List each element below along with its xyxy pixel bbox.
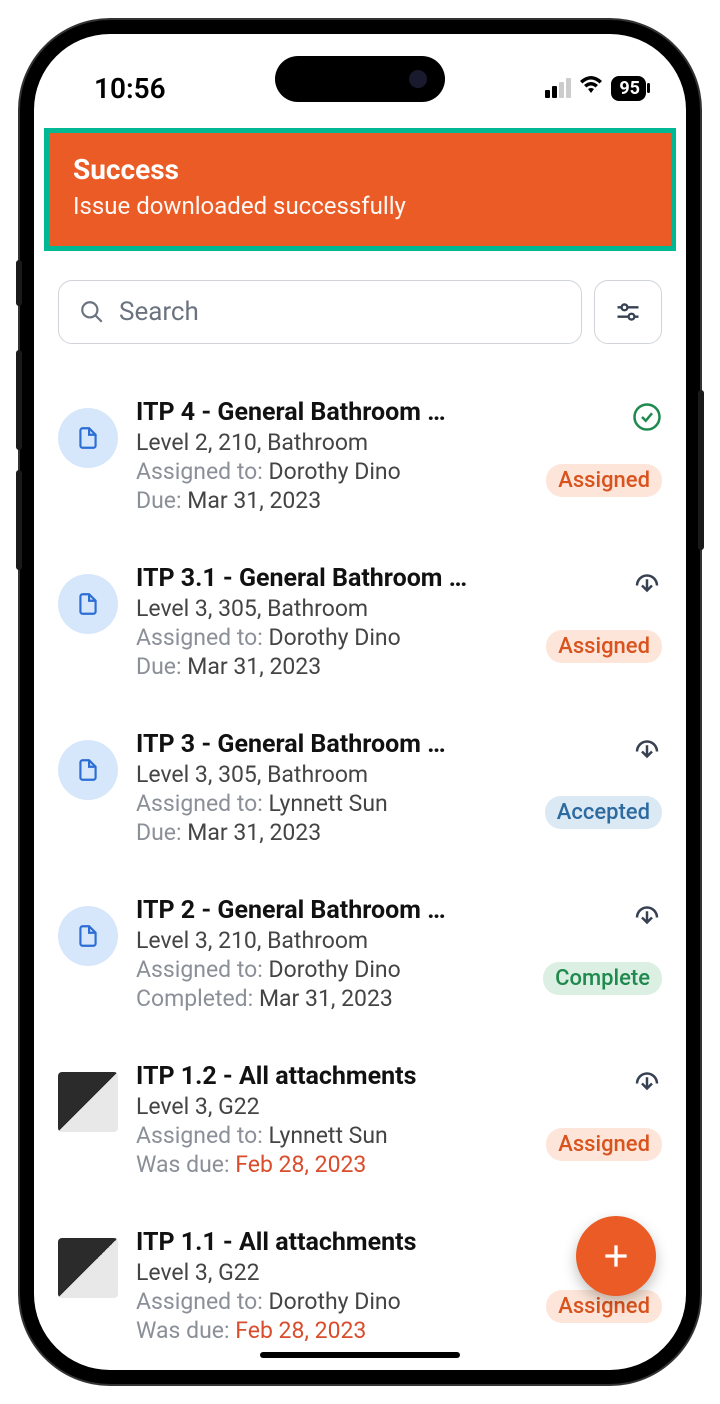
issue-right: Accepted — [542, 730, 662, 829]
issue-title: ITP 3 - General Bathroom … — [136, 730, 524, 759]
camera-dot — [409, 70, 427, 88]
status-time: 10:56 — [94, 72, 166, 105]
issue-title: ITP 1.2 - All attachments — [136, 1062, 524, 1091]
issue-assignee-line: Assigned to: Dorothy Dino — [136, 956, 524, 983]
battery-indicator: 95 — [611, 76, 646, 101]
download-icon[interactable] — [632, 734, 662, 768]
issue-right: Assigned — [542, 564, 662, 663]
issue-date-line: Was due: Feb 28, 2023 — [136, 1151, 524, 1178]
download-icon[interactable] — [632, 900, 662, 934]
status-badge: Assigned — [546, 464, 662, 497]
issue-title: ITP 2 - General Bathroom … — [136, 896, 524, 925]
search-placeholder: Search — [119, 297, 199, 327]
issue-location: Level 3, G22 — [136, 1259, 524, 1286]
issue-thumbnail — [58, 1072, 118, 1132]
search-input[interactable]: Search — [58, 280, 582, 344]
sliders-icon — [614, 298, 642, 326]
side-button — [16, 470, 22, 570]
cellular-signal-icon — [545, 78, 571, 98]
issue-row[interactable]: ITP 1.1 - All attachmentsLevel 3, G22Ass… — [58, 1204, 662, 1370]
issue-location: Level 3, 210, Bathroom — [136, 927, 524, 954]
issue-list[interactable]: ITP 4 - General Bathroom …Level 2, 210, … — [34, 374, 686, 1370]
issue-right: Complete — [542, 896, 662, 995]
phone-frame: 10:56 95 Site Manager Success Issue down… — [20, 20, 700, 1384]
issue-body: ITP 4 - General Bathroom …Level 2, 210, … — [136, 398, 524, 516]
side-button — [16, 350, 22, 450]
side-button — [698, 390, 704, 550]
issue-date-line: Completed: Mar 31, 2023 — [136, 985, 524, 1012]
file-icon — [58, 740, 118, 800]
issue-right: Assigned — [542, 398, 662, 497]
dynamic-island — [275, 56, 445, 102]
toast-message: Issue downloaded successfully — [73, 192, 647, 220]
issue-assignee-line: Assigned to: Lynnett Sun — [136, 1122, 524, 1149]
issue-date-line: Due: Mar 31, 2023 — [136, 653, 524, 680]
issue-assignee-line: Assigned to: Dorothy Dino — [136, 1288, 524, 1315]
search-icon — [79, 299, 105, 325]
issue-body: ITP 1.1 - All attachmentsLevel 3, G22Ass… — [136, 1228, 524, 1346]
issue-location: Level 3, 305, Bathroom — [136, 761, 524, 788]
side-button — [16, 260, 22, 306]
app-content: Site Manager Success Issue downloaded su… — [34, 34, 686, 1370]
issue-row[interactable]: ITP 1.2 - All attachmentsLevel 3, G22Ass… — [58, 1038, 662, 1204]
issue-assignee-line: Assigned to: Dorothy Dino — [136, 624, 524, 651]
issue-date-line: Was due: Feb 28, 2023 — [136, 1317, 524, 1344]
status-badge: Accepted — [545, 796, 662, 829]
filter-button[interactable] — [594, 280, 662, 344]
issue-assignee-line: Assigned to: Lynnett Sun — [136, 790, 524, 817]
issue-location: Level 3, G22 — [136, 1093, 524, 1120]
issue-title: ITP 1.1 - All attachments — [136, 1228, 524, 1257]
issue-date-line: Due: Mar 31, 2023 — [136, 487, 524, 514]
file-icon — [58, 906, 118, 966]
screen: 10:56 95 Site Manager Success Issue down… — [34, 34, 686, 1370]
add-button[interactable] — [576, 1216, 656, 1296]
issue-body: ITP 3.1 - General Bathroom …Level 3, 305… — [136, 564, 524, 682]
download-icon[interactable] — [632, 568, 662, 602]
status-badge: Assigned — [546, 1290, 662, 1323]
issue-row[interactable]: ITP 4 - General Bathroom …Level 2, 210, … — [58, 374, 662, 540]
wifi-icon — [579, 75, 603, 101]
issue-row[interactable]: ITP 2 - General Bathroom …Level 3, 210, … — [58, 872, 662, 1038]
issue-title: ITP 3.1 - General Bathroom … — [136, 564, 524, 593]
issue-row[interactable]: ITP 3.1 - General Bathroom …Level 3, 305… — [58, 540, 662, 706]
issue-body: ITP 3 - General Bathroom …Level 3, 305, … — [136, 730, 524, 848]
issue-date-line: Due: Mar 31, 2023 — [136, 819, 524, 846]
status-badge: Assigned — [546, 630, 662, 663]
issue-assignee-line: Assigned to: Dorothy Dino — [136, 458, 524, 485]
issue-body: ITP 2 - General Bathroom …Level 3, 210, … — [136, 896, 524, 1014]
issue-title: ITP 4 - General Bathroom … — [136, 398, 524, 427]
toast-title: Success — [73, 153, 647, 186]
downloaded-check-icon — [632, 402, 662, 436]
issue-location: Level 3, 305, Bathroom — [136, 595, 524, 622]
status-indicators: 95 — [545, 75, 646, 101]
download-icon[interactable] — [632, 1066, 662, 1100]
issue-body: ITP 1.2 - All attachmentsLevel 3, G22Ass… — [136, 1062, 524, 1180]
search-row: Search — [34, 280, 686, 344]
file-icon — [58, 408, 118, 468]
file-icon — [58, 574, 118, 634]
home-indicator[interactable] — [260, 1352, 460, 1358]
toast-success[interactable]: Success Issue downloaded successfully — [44, 128, 676, 251]
plus-icon — [600, 1240, 632, 1272]
status-badge: Complete — [543, 962, 662, 995]
issue-location: Level 2, 210, Bathroom — [136, 429, 524, 456]
status-badge: Assigned — [546, 1128, 662, 1161]
issue-thumbnail — [58, 1238, 118, 1298]
issue-row[interactable]: ITP 3 - General Bathroom …Level 3, 305, … — [58, 706, 662, 872]
issue-right: Assigned — [542, 1062, 662, 1161]
